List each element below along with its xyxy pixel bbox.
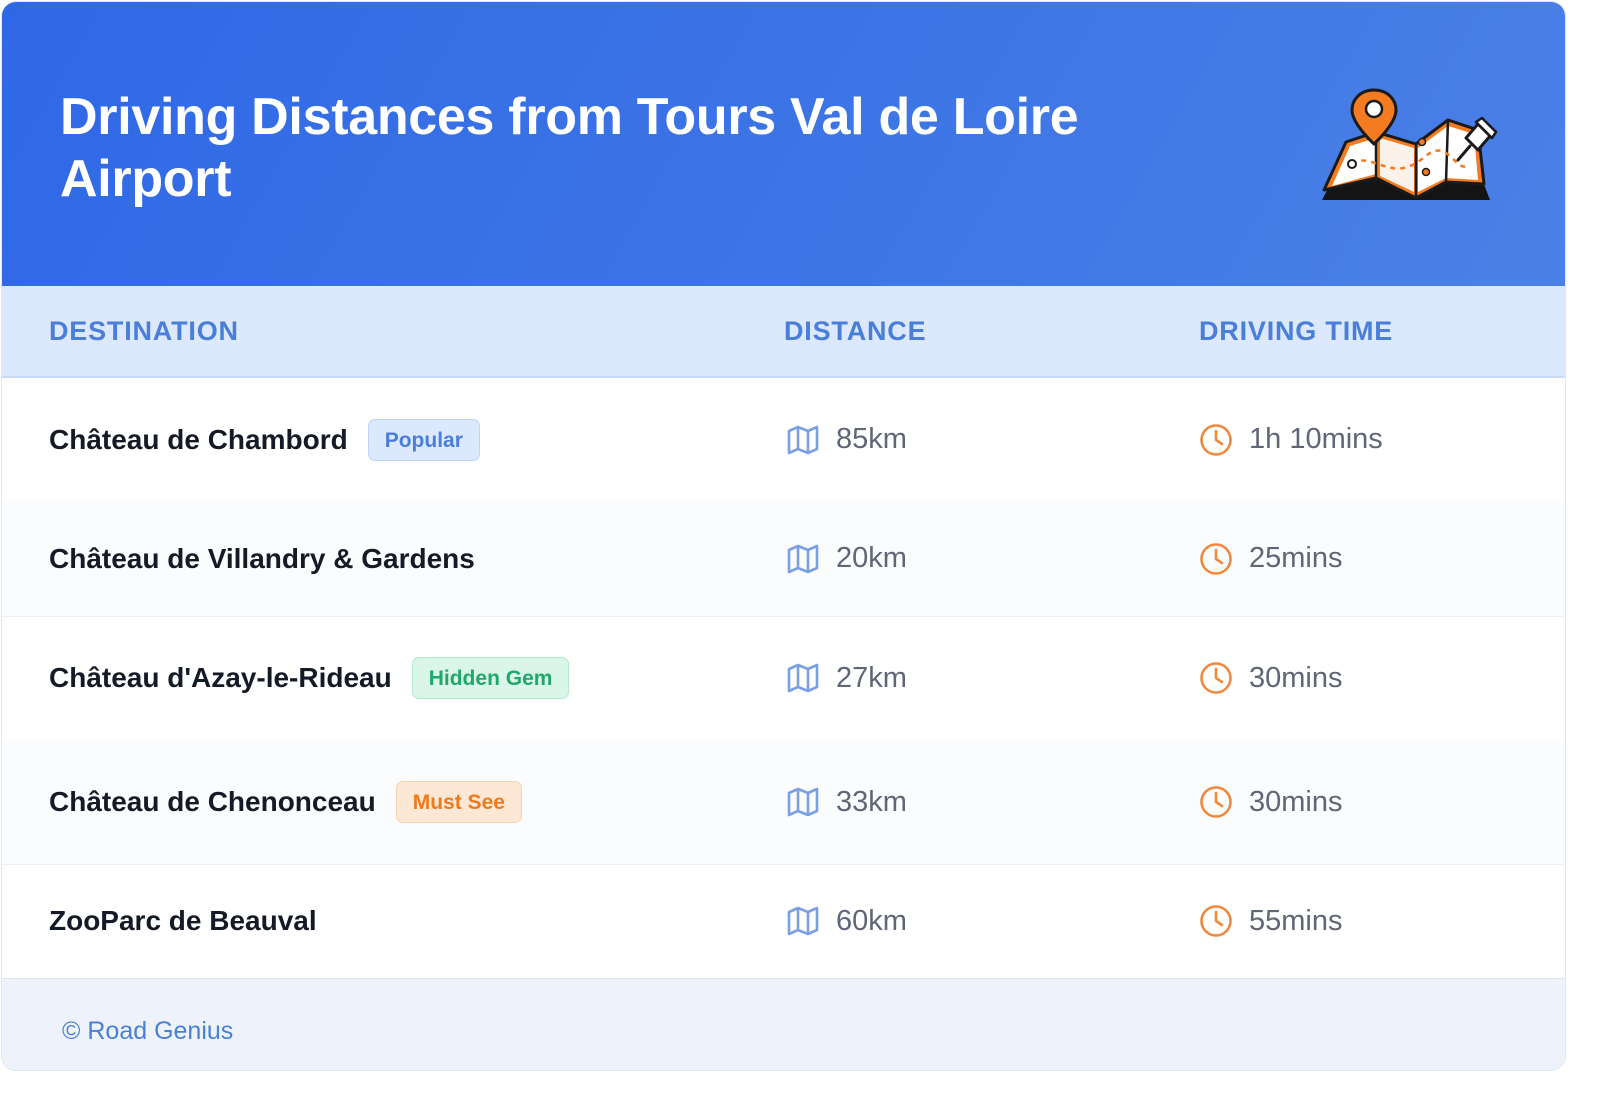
- clock-icon: [1200, 542, 1232, 575]
- footer: © Road Genius: [2, 978, 1565, 1070]
- destination-name: Château d'Azay-le-Rideau: [49, 662, 392, 693]
- distance-cell: 20km: [784, 501, 907, 616]
- map-icon: [787, 663, 819, 693]
- destination-name: Château de Chenonceau: [49, 786, 376, 817]
- table-row: Château de Chenonceau Must See 33km 30mi…: [2, 740, 1565, 865]
- page-title: Driving Distances from Tours Val de Loir…: [60, 88, 1079, 208]
- map-icon: [787, 787, 819, 817]
- distance-value: 85km: [836, 423, 907, 455]
- column-header-destination: DESTINATION: [49, 316, 239, 346]
- must-see-badge: Must See: [395, 781, 522, 823]
- clock-icon: [1200, 423, 1232, 456]
- distance-cell: 33km: [784, 740, 907, 864]
- time-cell: 30mins: [1199, 740, 1343, 864]
- table-header: DESTINATION DISTANCE DRIVING TIME: [2, 286, 1565, 378]
- distance-value: 27km: [836, 661, 907, 694]
- driving-time-value: 55mins: [1249, 904, 1343, 937]
- popular-badge: Popular: [367, 418, 480, 461]
- distance-cell: 27km: [784, 616, 907, 740]
- time-cell: 1h 10mins: [1199, 378, 1383, 501]
- column-header-driving-time: DRIVING TIME: [1199, 316, 1394, 346]
- time-cell: 25mins: [1199, 501, 1343, 616]
- distance-cell: 85km: [784, 378, 907, 501]
- distance-cell: 60km: [784, 864, 907, 978]
- destination-cell: Château d'Azay-le-Rideau Hidden Gem: [49, 616, 570, 740]
- destination-cell: ZooParc de Beauval: [49, 864, 317, 978]
- destination-cell: Château de Chambord Popular: [49, 378, 480, 501]
- table-row: Château d'Azay-le-Rideau Hidden Gem 27km…: [2, 616, 1565, 741]
- map-icon: [787, 544, 819, 573]
- time-cell: 30mins: [1199, 616, 1343, 740]
- distance-card: Driving Distances from Tours Val de Loir…: [2, 2, 1565, 1070]
- table-row: Château de Villandry & Gardens 20km 25mi…: [2, 501, 1565, 617]
- table-row: ZooParc de Beauval 60km 55mins: [2, 864, 1565, 978]
- map-icon: [787, 425, 819, 454]
- table-row: Château de Chambord Popular 85km 1h 10mi…: [2, 378, 1565, 502]
- destination-cell: Château de Chenonceau Must See: [49, 740, 522, 864]
- distance-value: 33km: [836, 785, 907, 818]
- folded-map-with-pins-icon: [1322, 88, 1498, 200]
- distance-value: 20km: [836, 542, 907, 574]
- copyright-text: © Road Genius: [62, 1017, 234, 1045]
- clock-icon: [1200, 786, 1232, 818]
- time-cell: 55mins: [1199, 864, 1343, 978]
- distance-value: 60km: [836, 904, 907, 937]
- destination-name: Château de Chambord: [49, 423, 348, 455]
- clock-icon: [1200, 662, 1232, 694]
- hidden-gem-badge: Hidden Gem: [411, 657, 570, 699]
- destination-name: Château de Villandry & Gardens: [49, 542, 475, 574]
- destination-cell: Château de Villandry & Gardens: [49, 501, 475, 616]
- header-banner: Driving Distances from Tours Val de Loir…: [2, 2, 1565, 286]
- driving-time-value: 30mins: [1249, 661, 1343, 694]
- driving-time-value: 30mins: [1249, 785, 1343, 818]
- clock-icon: [1200, 905, 1232, 937]
- column-header-distance: DISTANCE: [784, 316, 927, 346]
- map-icon: [787, 906, 819, 936]
- destination-name: ZooParc de Beauval: [49, 905, 317, 936]
- driving-time-value: 25mins: [1249, 542, 1343, 574]
- driving-time-value: 1h 10mins: [1249, 423, 1383, 455]
